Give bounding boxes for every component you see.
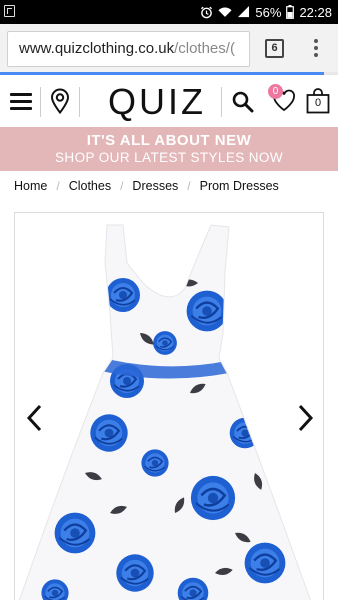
wifi-icon [218,6,232,18]
breadcrumb: Home / Clothes / Dresses / Prom Dresses [14,178,279,194]
hamburger-menu-icon[interactable] [10,93,32,111]
breadcrumb-dresses[interactable]: Dresses [132,179,178,193]
url-bar[interactable]: www.quizclothing.co.uk/clothes/( [7,31,250,67]
site-logo[interactable]: QUIZ [108,81,206,123]
header-divider [221,87,222,117]
battery-percent: 56% [255,4,282,20]
overflow-dot-icon [314,46,318,50]
wishlist-count-badge: 0 [268,84,283,99]
location-pin-icon[interactable] [50,88,70,119]
tab-switcher-button[interactable]: 6 [265,39,284,58]
signal-icon [237,6,250,18]
overflow-menu-button[interactable] [312,39,320,59]
product-image-dress [15,213,323,600]
promo-headline: IT'S ALL ABOUT NEW [86,132,252,149]
status-bar: 56% 22:28 [0,0,338,24]
chevron-right-icon[interactable] [295,403,315,433]
url-path: /clothes/( [174,40,235,57]
browser-toolbar: www.quizclothing.co.uk/clothes/( 6 [0,24,338,74]
alarm-icon [200,6,213,19]
product-image-carousel[interactable] [14,212,324,600]
chevron-left-icon[interactable] [25,403,45,433]
breadcrumb-separator: / [56,179,60,193]
bag-count: 0 [314,97,322,109]
overflow-dot-icon [314,39,318,43]
breadcrumb-separator: / [187,179,191,193]
battery-icon [286,5,295,19]
promo-banner[interactable]: IT'S ALL ABOUT NEW SHOP OUR LATEST STYLE… [0,127,338,171]
breadcrumb-clothes[interactable]: Clothes [69,179,111,193]
header-divider [79,87,80,117]
clock: 22:28 [299,4,332,20]
promo-subline: SHOP OUR LATEST STYLES NOW [55,150,283,165]
breadcrumb-prom-dresses[interactable]: Prom Dresses [200,179,279,193]
notification-app-icon [4,5,15,17]
search-icon[interactable] [232,91,254,118]
shopping-bag-icon[interactable]: 0 [306,88,330,119]
status-bar-right: 56% 22:28 [200,3,332,21]
breadcrumb-home[interactable]: Home [14,179,47,193]
site-header: QUIZ 0 0 [0,75,338,127]
overflow-dot-icon [314,53,318,57]
header-divider [40,87,41,117]
url-domain: www.quizclothing.co.uk [19,40,175,57]
breadcrumb-separator: / [120,179,124,193]
